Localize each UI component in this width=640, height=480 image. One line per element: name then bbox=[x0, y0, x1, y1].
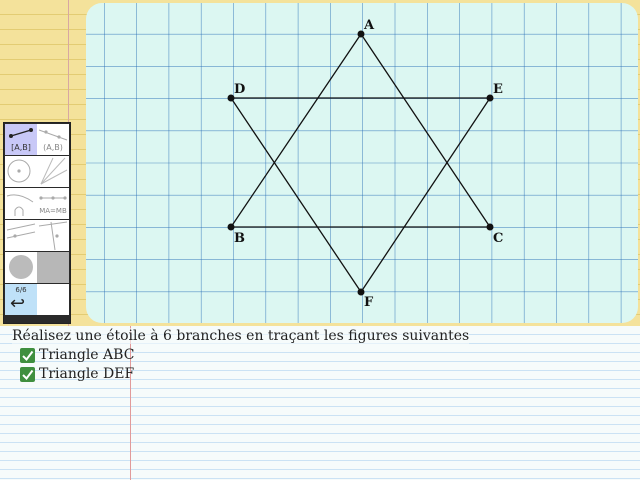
arc-tool[interactable] bbox=[5, 188, 37, 219]
circle-icon bbox=[7, 159, 31, 183]
tool-palette: [A,B] (A,B) MA=MB 6/6 ↩ bbox=[3, 122, 71, 324]
empty-tool-slot bbox=[37, 252, 69, 283]
task-label: Triangle ABC bbox=[39, 347, 135, 363]
segment-tool-label: [A,B] bbox=[11, 143, 31, 152]
point-c[interactable] bbox=[486, 223, 494, 231]
geometry-svg[interactable]: A B C D E F bbox=[86, 3, 638, 323]
ray-tool-label: (A,B) bbox=[43, 143, 63, 152]
midpoint-tool-label: MA=MB bbox=[39, 207, 67, 215]
label-a: A bbox=[363, 18, 375, 33]
blank-tool-slot bbox=[37, 284, 69, 315]
instructions-panel: Réalisez une étoile à 6 branches en traç… bbox=[0, 326, 640, 480]
point-b[interactable] bbox=[227, 223, 235, 231]
task-item: Triangle DEF bbox=[20, 365, 134, 383]
label-d: D bbox=[234, 82, 245, 97]
perpendicular-tool[interactable] bbox=[5, 220, 37, 251]
ray-tool[interactable]: (A,B) bbox=[37, 124, 69, 155]
task-item: Triangle ABC bbox=[20, 346, 134, 364]
label-f: F bbox=[364, 295, 374, 310]
color-tool[interactable] bbox=[5, 252, 37, 283]
task-label: Triangle DEF bbox=[39, 366, 135, 382]
lines-icon bbox=[40, 157, 68, 185]
checkmark-icon bbox=[20, 347, 35, 363]
midpoint-tool[interactable]: MA=MB bbox=[37, 188, 69, 219]
label-e: E bbox=[493, 82, 503, 97]
arc-icon bbox=[6, 194, 34, 216]
lines-tool[interactable] bbox=[37, 156, 69, 187]
undo-icon[interactable]: ↩ bbox=[10, 295, 25, 313]
color-swatch-icon bbox=[9, 255, 33, 279]
checkmark-icon bbox=[20, 366, 35, 382]
circle-tool[interactable] bbox=[5, 156, 37, 187]
segment-tool[interactable]: [A,B] bbox=[5, 124, 37, 155]
grid-lines bbox=[86, 3, 638, 323]
drawing-canvas[interactable]: A B C D E F bbox=[86, 3, 638, 323]
instructions-title: Réalisez une étoile à 6 branches en traç… bbox=[12, 328, 470, 344]
page-indicator: 6/6 ↩ bbox=[5, 284, 37, 315]
perpendicular-icon bbox=[6, 223, 36, 239]
label-b: B bbox=[234, 231, 245, 246]
parallel-icon bbox=[38, 221, 68, 251]
parallel-tool[interactable] bbox=[37, 220, 69, 251]
label-c: C bbox=[493, 231, 503, 246]
